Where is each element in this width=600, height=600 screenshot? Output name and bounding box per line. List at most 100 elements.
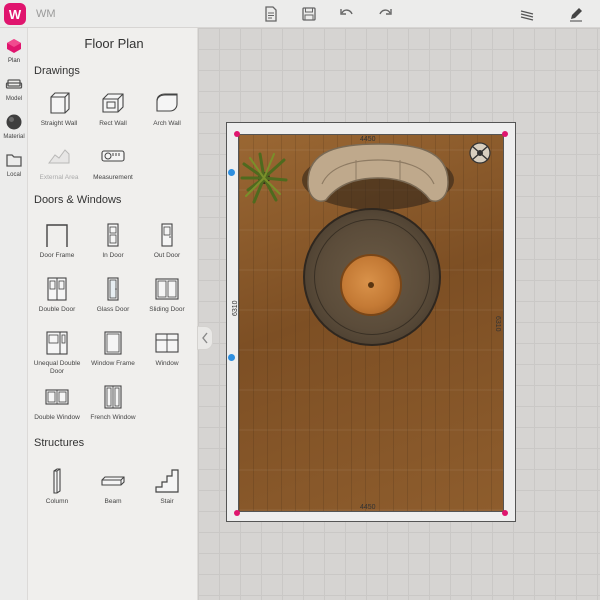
material-sphere-icon [4,112,24,132]
rect-wall-icon [98,88,128,118]
tool-label: Window [155,360,179,367]
tool-label: External Area [39,174,79,181]
window-icon [152,328,182,358]
dimension-right: 6310 [494,316,501,332]
sliding-door-icon [152,274,182,304]
tool-measurement[interactable]: Measurement [85,142,141,192]
wall-corner-handle[interactable] [234,510,240,516]
tool-straight-wall[interactable]: Straight Wall [31,88,87,138]
arch-wall-icon [152,88,182,118]
rail-label-model: Model [5,96,23,102]
tool-beam[interactable]: Beam [85,466,141,516]
double-door-icon [42,274,72,304]
tool-french-window[interactable]: French Window [85,382,141,432]
wall-corner-handle[interactable] [502,131,508,137]
tool-in-door[interactable]: In Door [85,220,141,270]
tool-unequal-double-door[interactable]: Unequal Double Door [29,328,85,378]
tool-label: Beam [104,498,122,505]
edit-button[interactable] [567,5,585,23]
tool-label: Out Door [153,252,181,259]
tool-label: Stair [160,498,174,505]
tool-label: French Window [90,414,136,421]
tool-rect-wall[interactable]: Rect Wall [85,88,141,138]
window-frame-icon [98,328,128,358]
straight-wall-icon [44,88,74,118]
tool-label: Arch Wall [153,120,181,127]
tool-door-frame[interactable]: Door Frame [29,220,85,270]
tool-stair[interactable]: Stair [139,466,195,516]
section-title-drawings: Drawings [34,65,80,77]
chevron-left-icon [202,332,208,344]
stair-icon [152,466,182,496]
tool-label: Column [45,498,69,505]
tool-label: Glass Door [96,306,130,313]
rail-item-local[interactable]: Local [0,150,28,188]
collapse-panel-button[interactable] [197,326,213,350]
wall-corner-handle[interactable] [234,131,240,137]
save-icon [302,7,316,21]
measure-tape-icon [98,142,128,172]
logo-letter: W [8,6,22,22]
sofa-model[interactable] [300,140,456,216]
french-window-icon [98,382,128,412]
section-title-structures: Structures [34,437,85,449]
top-toolbar: W WM [0,0,600,28]
out-door-icon [152,220,182,250]
document-button[interactable] [262,5,280,23]
layers-icon [520,10,534,21]
tool-label: Measurement [93,174,133,181]
tool-label: Double Window [34,414,80,421]
folder-icon [4,150,24,170]
sofa-icon [4,74,24,94]
tool-column[interactable]: Column [29,466,85,516]
tool-label: Straight Wall [40,120,78,127]
tool-double-door[interactable]: Double Door [29,274,85,324]
section-title-doors-windows: Doors & Windows [34,194,122,206]
column-icon [42,466,72,496]
floor-plan-panel: Floor Plan Drawings Straight Wall Rect W… [28,28,198,600]
project-title: WM [36,8,56,20]
tool-external-area[interactable]: External Area [31,142,87,192]
beam-icon [98,466,128,496]
panel-title: Floor Plan [84,36,144,51]
rail-label-material: Material [3,134,25,140]
app-logo[interactable]: W [4,3,26,25]
tool-label: Rect Wall [99,120,127,127]
tool-label: Window Frame [91,360,135,367]
rail-item-model[interactable]: Model [0,74,28,112]
tool-out-door[interactable]: Out Door [139,220,195,270]
table-center [368,282,374,288]
redo-button[interactable] [376,5,394,23]
tool-sliding-door[interactable]: Sliding Door [139,274,195,324]
glass-door-icon [98,274,128,304]
edit-pencil-icon [570,8,582,22]
double-window-icon [42,382,72,412]
opening-handle[interactable] [228,354,235,361]
rail-item-material[interactable]: Material [0,112,28,150]
tool-double-window[interactable]: Double Window [29,382,85,432]
tool-window-frame[interactable]: Window Frame [85,328,141,378]
document-icon [265,6,277,22]
redo-icon [379,9,392,15]
potted-plant-model[interactable] [240,150,288,204]
tool-window[interactable]: Window [139,328,195,378]
dimension-left: 6310 [232,300,239,316]
external-area-icon [44,142,74,172]
door-frame-icon [42,220,72,250]
layers-button[interactable] [518,5,536,23]
tool-glass-door[interactable]: Glass Door [85,274,141,324]
opening-handle[interactable] [228,169,235,176]
tool-label: Sliding Door [149,306,185,313]
save-button[interactable] [300,5,318,23]
tool-label: Unequal Double Door [33,360,81,375]
tool-arch-wall[interactable]: Arch Wall [139,88,195,138]
rail-label-plan: Plan [7,58,20,64]
rail-label-local: Local [6,172,22,178]
in-door-icon [98,220,128,250]
undo-button[interactable] [338,5,356,23]
tool-label: Double Door [38,306,76,313]
side-lamp-model[interactable] [466,140,494,166]
undo-icon [340,9,353,15]
tool-label: Door Frame [39,252,75,259]
wall-corner-handle[interactable] [502,510,508,516]
